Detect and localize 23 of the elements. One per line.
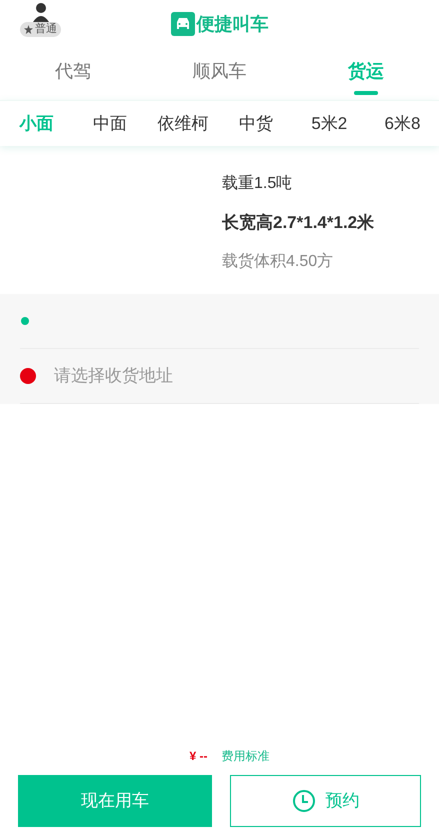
service-tab[interactable]: 顺风车 [146, 48, 293, 100]
service-tab[interactable]: 货运 [292, 48, 439, 100]
vehicle-type-tab[interactable]: 5米2 [292, 110, 366, 136]
load-capacity: 载重1.5吨 [222, 174, 294, 194]
car-icon [170, 12, 194, 36]
address-field[interactable]: 请选择收货地址 [54, 363, 419, 389]
fare-standard-link[interactable]: 费用标准 [222, 747, 270, 765]
vehicle-type-tab[interactable]: 小面 [0, 110, 74, 136]
fare-price: ¥ -- [190, 748, 208, 765]
star-icon [24, 25, 33, 34]
app-title: 便捷叫车 [196, 12, 268, 36]
vehicle-type-tab[interactable]: 中货 [220, 110, 293, 136]
dimensions: 长宽高2.7*1.4*1.2米 [222, 212, 376, 234]
clock-icon [292, 789, 316, 813]
member-badge: 普通 [20, 22, 61, 37]
use-now-button[interactable]: 现在用车 [18, 775, 212, 827]
reserve-button[interactable]: 预约 [230, 775, 421, 827]
user-icon[interactable] [30, 2, 50, 22]
vehicle-type-tab[interactable]: 6米8 [366, 110, 439, 136]
cargo-volume: 载货体积4.50方 [222, 252, 334, 272]
vehicle-type-tab[interactable]: 中面 [73, 110, 146, 136]
vehicle-type-tab[interactable]: 依维柯 [146, 110, 220, 136]
service-tab[interactable]: 代驾 [0, 48, 146, 100]
